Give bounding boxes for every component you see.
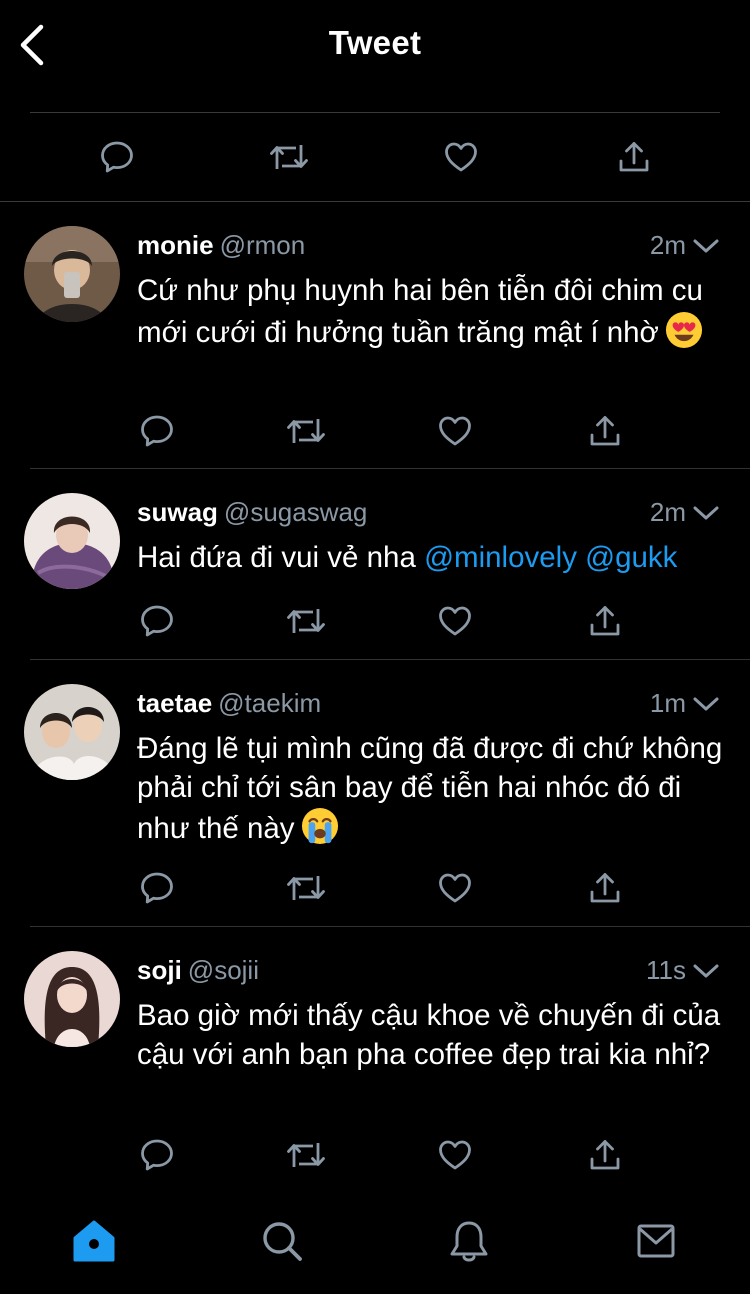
share-upload-icon <box>587 870 623 906</box>
timestamp: 11s <box>646 955 686 985</box>
speech-bubble-icon <box>139 1137 175 1173</box>
retweet-button[interactable] <box>264 132 314 182</box>
timestamp: 2m <box>649 497 686 527</box>
reply-button[interactable] <box>132 1130 182 1180</box>
share-button[interactable] <box>609 132 659 182</box>
tab-search[interactable] <box>257 1216 307 1266</box>
chevron-down-icon <box>692 503 720 523</box>
display-name[interactable]: suwag <box>137 497 218 527</box>
user-handle[interactable]: @sugaswag <box>224 497 367 527</box>
mention-link[interactable]: @minlovely <box>424 541 577 574</box>
retweet-icon <box>286 413 326 449</box>
share-upload-icon <box>587 413 623 449</box>
share-upload-icon <box>616 139 652 175</box>
chevron-down-icon <box>692 961 720 981</box>
heart-icon <box>437 1137 473 1173</box>
reply-button[interactable] <box>132 863 182 913</box>
like-button[interactable] <box>430 406 480 456</box>
share-button[interactable] <box>580 406 630 456</box>
tweet-text: Đáng lẽ tụi mình cũng đã được đi chứ khô… <box>137 730 727 849</box>
share-button[interactable] <box>580 863 630 913</box>
like-button[interactable] <box>430 863 480 913</box>
heart-icon <box>443 139 479 175</box>
retweet-icon <box>286 870 326 906</box>
display-name[interactable]: soji <box>137 955 182 985</box>
reply-button[interactable] <box>92 132 142 182</box>
heart-icon <box>437 603 473 639</box>
speech-bubble-icon <box>139 603 175 639</box>
tweet-text: Cứ như phụ huynh hai bên tiễn đôi chim c… <box>137 272 727 352</box>
user-handle[interactable]: @rmon <box>220 230 306 260</box>
user-handle[interactable]: @sojii <box>188 955 259 985</box>
heart-eyes-emoji <box>665 311 702 348</box>
reply-item[interactable]: taetae @taekim 1m Đáng lẽ tụi mình cũng đ… <box>0 660 750 926</box>
like-button[interactable] <box>430 1130 480 1180</box>
retweet-button[interactable] <box>281 863 331 913</box>
retweet-icon <box>286 1137 326 1173</box>
avatar[interactable] <box>24 493 120 589</box>
heart-icon <box>437 413 473 449</box>
retweet-button[interactable] <box>281 406 331 456</box>
share-upload-icon <box>587 1137 623 1173</box>
speech-bubble-icon <box>99 139 135 175</box>
speech-bubble-icon <box>139 413 175 449</box>
tweet-text-body: Đáng lẽ tụi mình cũng đã được đi chứ khô… <box>137 732 723 845</box>
avatar[interactable] <box>24 951 120 1047</box>
retweet-button[interactable] <box>281 1130 331 1180</box>
more-options-button[interactable] <box>692 694 720 714</box>
tweet-text: Hai đứa đi vui vẻ nha @minlovely @gukk <box>137 539 727 578</box>
reply-item[interactable]: soji @sojii 11s Bao giờ mới thấy cậu khoe… <box>0 927 750 1193</box>
share-upload-icon <box>587 603 623 639</box>
reply-item[interactable]: monie @rmon 2m Cứ như phụ huynh hai bên t… <box>0 202 750 468</box>
share-button[interactable] <box>580 596 630 646</box>
page-title: Tweet <box>328 24 422 61</box>
tab-messages[interactable] <box>631 1216 681 1266</box>
tweet-text: Bao giờ mới thấy cậu khoe về chuyến đi c… <box>137 999 721 1071</box>
reply-button[interactable] <box>132 596 182 646</box>
like-button[interactable] <box>436 132 486 182</box>
chevron-down-icon <box>692 694 720 714</box>
timestamp: 2m <box>649 230 686 260</box>
heart-icon <box>437 870 473 906</box>
retweet-icon <box>269 139 309 175</box>
envelope-icon <box>637 1224 675 1258</box>
tweet-text-body: Cứ như phụ huynh hai bên tiễn đôi chim c… <box>137 274 703 349</box>
retweet-icon <box>286 603 326 639</box>
like-button[interactable] <box>430 596 480 646</box>
bell-icon <box>450 1221 488 1262</box>
tab-home[interactable] <box>69 1216 119 1266</box>
top-bar: Tweet <box>0 0 750 90</box>
avatar[interactable] <box>24 684 120 780</box>
speech-bubble-icon <box>139 870 175 906</box>
home-icon <box>73 1220 115 1262</box>
main-tweet-actions <box>0 113 750 201</box>
more-options-button[interactable] <box>692 236 720 256</box>
share-button[interactable] <box>580 1130 630 1180</box>
display-name[interactable]: monie <box>137 230 214 260</box>
mention-link[interactable]: @gukk <box>585 541 677 574</box>
chevron-down-icon <box>692 236 720 256</box>
reply-item[interactable]: suwag @sugaswag 2m Hai đứa đi vui vẻ nha … <box>0 469 750 659</box>
display-name[interactable]: taetae <box>137 688 212 718</box>
bottom-tab-bar <box>0 1196 750 1294</box>
retweet-button[interactable] <box>281 596 331 646</box>
tab-notifications[interactable] <box>444 1216 494 1266</box>
user-handle[interactable]: @taekim <box>218 688 321 718</box>
search-icon <box>263 1222 302 1261</box>
tweet-text-body: Hai đứa đi vui vẻ nha <box>137 541 425 574</box>
more-options-button[interactable] <box>692 961 720 981</box>
loudly-crying-emoji <box>301 807 338 845</box>
more-options-button[interactable] <box>692 503 720 523</box>
timestamp: 1m <box>649 688 686 718</box>
avatar[interactable] <box>24 226 120 322</box>
reply-button[interactable] <box>132 406 182 456</box>
